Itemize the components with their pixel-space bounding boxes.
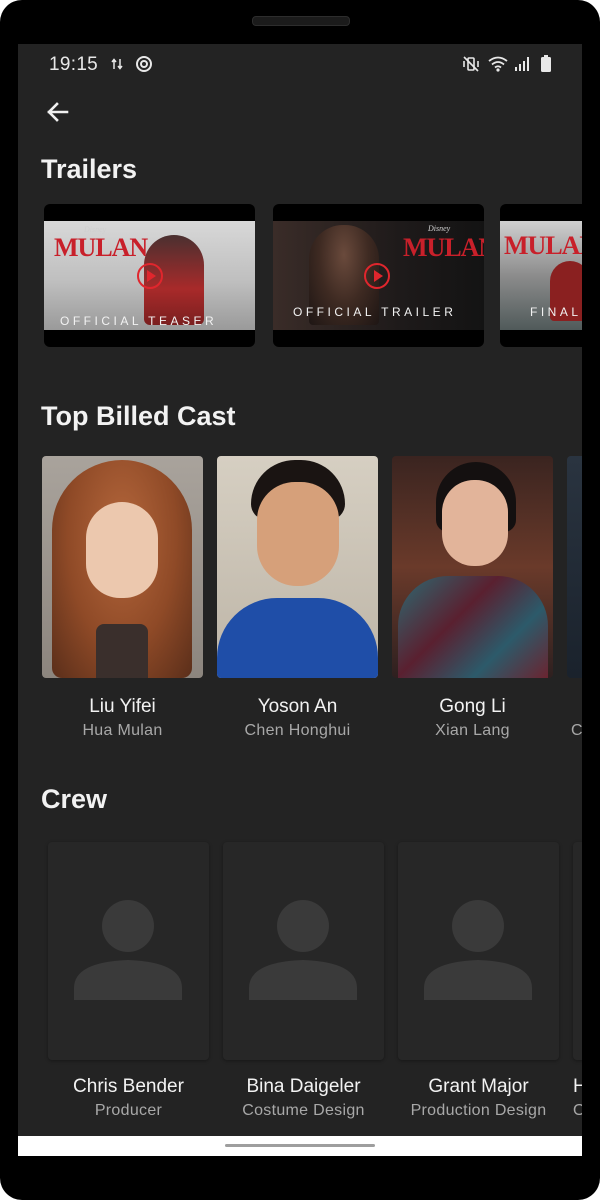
back-arrow-icon[interactable] <box>42 96 74 128</box>
crew-name: H <box>573 1076 582 1097</box>
cast-character: Xian Lang <box>435 722 510 739</box>
wifi-icon <box>488 56 508 72</box>
play-icon <box>137 263 163 289</box>
trailer-thumbnail: MULAN FINAL <box>500 221 582 330</box>
trailer-card[interactable]: Disney MULAN OFFICIAL TEASER <box>44 204 255 347</box>
crew-heading: Crew <box>41 784 108 814</box>
trailer-card[interactable]: Disney MULAN OFFICIAL TRAILER <box>273 204 484 347</box>
crew-card[interactable]: Grant Major Production Design <box>398 842 559 1119</box>
trailer-caption: OFFICIAL TRAILER <box>293 305 457 319</box>
trailers-heading: Trailers <box>41 154 138 184</box>
signal-icon <box>515 57 529 71</box>
cast-card[interactable]: Gong Li Xian Lang <box>392 456 553 739</box>
person-placeholder-icon <box>424 900 532 1000</box>
crew-photo <box>48 842 209 1060</box>
crew-job: Costume Design <box>242 1102 365 1119</box>
trailer-logo-title: MULAN <box>54 233 148 262</box>
cast-photo <box>217 456 378 678</box>
cast-name: Gong Li <box>439 696 506 717</box>
trailer-card[interactable]: MULAN FINAL <box>500 204 582 347</box>
navigation-bar <box>18 1136 582 1156</box>
cast-name: Liu Yifei <box>89 696 156 717</box>
trailer-brand: Disney <box>428 224 451 233</box>
cast-photo <box>567 456 582 678</box>
cast-card[interactable]: Liu Yifei Hua Mulan <box>42 456 203 739</box>
trailer-thumbnail: Disney MULAN OFFICIAL TEASER <box>44 221 255 330</box>
trailer-logo-title: MULAN <box>403 233 484 262</box>
play-icon <box>364 263 390 289</box>
home-gesture-handle[interactable] <box>225 1144 375 1147</box>
crew-card[interactable]: Bina Daigeler Costume Design <box>223 842 384 1119</box>
cast-card[interactable]: C <box>567 456 582 739</box>
status-time: 19:15 <box>49 54 99 75</box>
trailer-caption: OFFICIAL TEASER <box>60 314 218 328</box>
crew-name: Chris Bender <box>73 1076 184 1097</box>
cast-character: C <box>571 722 582 739</box>
data-transfer-icon <box>111 58 123 70</box>
battery-icon <box>541 55 551 72</box>
person-placeholder-icon <box>74 900 182 1000</box>
crew-job: Production Design <box>410 1102 547 1119</box>
person-placeholder-icon <box>249 900 357 1000</box>
crew-job: Producer <box>94 1102 163 1119</box>
crew-job: O <box>573 1102 582 1119</box>
crew-card[interactable]: H O <box>573 842 582 1119</box>
cast-card[interactable]: Yoson An Chen Honghui <box>217 456 378 739</box>
cast-name: Yoson An <box>257 696 338 717</box>
sync-icon <box>136 56 152 72</box>
trailer-caption: FINAL <box>530 305 582 319</box>
crew-name: Grant Major <box>428 1076 529 1097</box>
vibrate-mute-icon <box>463 56 479 72</box>
crew-photo <box>223 842 384 1060</box>
app-screen: 19:15 Trailers Disney MULAN OFFICIAL TEA… <box>18 44 582 1156</box>
cast-photo <box>392 456 553 678</box>
speaker-grille <box>252 16 350 26</box>
cast-heading: Top Billed Cast <box>41 401 236 431</box>
crew-photo <box>398 842 559 1060</box>
status-bar: 19:15 <box>18 44 582 84</box>
trailer-logo-title: MULAN <box>504 231 582 260</box>
crew-card[interactable]: Chris Bender Producer <box>48 842 209 1119</box>
trailer-thumbnail: Disney MULAN OFFICIAL TRAILER <box>273 221 484 330</box>
device-frame: 19:15 Trailers Disney MULAN OFFICIAL TEA… <box>0 0 600 1200</box>
crew-photo <box>573 842 582 1060</box>
cast-character: Chen Honghui <box>244 722 351 739</box>
cast-character: Hua Mulan <box>82 722 163 739</box>
cast-photo <box>42 456 203 678</box>
crew-name: Bina Daigeler <box>246 1076 361 1097</box>
